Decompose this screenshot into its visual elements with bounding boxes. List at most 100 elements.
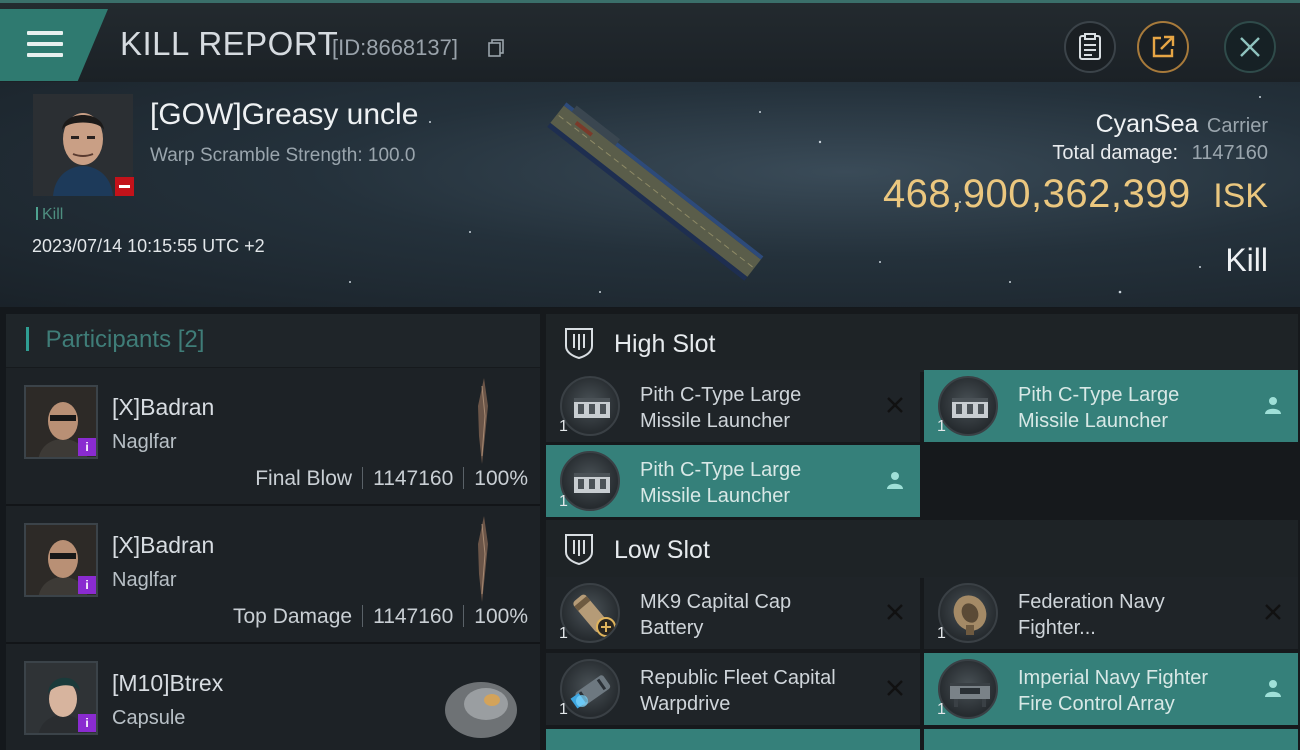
participant-ship: Capsule — [112, 707, 186, 729]
destroyed-x-icon — [1265, 604, 1281, 620]
participant-role: Final Blow — [255, 467, 353, 490]
naglfar-ship-image — [478, 378, 488, 464]
menu-icon — [27, 31, 63, 57]
victim-corp-line: CyanSea Carrier — [1096, 110, 1268, 139]
ship-class: Carrier — [1206, 115, 1268, 137]
kill-timestamp: 2023/07/14 10:15:55 UTC +2 — [32, 236, 265, 256]
module-name: Pith C-Type Large Missile Launcher — [640, 384, 802, 432]
participant-name: [M10]Btrex — [112, 670, 224, 696]
menu-button[interactable] — [0, 9, 108, 81]
warp-scramble-strength: Warp Scramble Strength: 100.0 — [150, 145, 416, 166]
top-bar: KILL REPORT [ID:8668137] — [0, 0, 1300, 82]
participants-panel: Participants [2] i [X]Badran Naglfar Fin… — [6, 314, 540, 750]
module-quantity: 1 — [559, 418, 568, 435]
module-card[interactable]: 1 Republic Fleet Capital Warpdrive — [546, 653, 920, 725]
clipboard-button[interactable] — [1064, 21, 1116, 73]
high-slot-title: High Slot — [614, 330, 716, 358]
participant-damage: 1147160 — [373, 605, 454, 628]
module-card[interactable]: 1 Pith C-Type Large Missile Launcher — [546, 370, 920, 442]
victim-summary: [GOW]Greasy uncle Warp Scramble Strength… — [0, 82, 1300, 307]
participant-name: [X]Badran — [112, 394, 215, 420]
high-slot-header: High Slot — [546, 314, 1298, 372]
module-name: Pith C-Type Large Missile Launcher — [640, 459, 802, 507]
info-badge: i — [78, 714, 96, 732]
participant-percent: 100% — [474, 467, 528, 490]
shield-slot-icon — [565, 328, 593, 360]
participant-percent: 100% — [474, 605, 528, 628]
total-damage-value: 1147160 — [1191, 142, 1268, 164]
missile-launcher-icon — [938, 376, 998, 436]
dropped-person-icon — [887, 472, 903, 489]
participants-header: Participants [2] — [6, 314, 540, 368]
fitting-panel: High Slot 1 Pith C-Type Large Missile Lau… — [540, 308, 1300, 750]
total-damage-label: Total damage: — [1052, 142, 1179, 164]
hostile-badge — [115, 177, 134, 196]
destroyed-x-icon — [887, 680, 903, 696]
destroyed-x-icon — [887, 397, 903, 413]
module-name: Pith C-Type Large Missile Launcher — [1018, 384, 1180, 432]
module-quantity: 1 — [559, 701, 568, 718]
capsule-ship-image — [445, 682, 517, 738]
victim-name[interactable]: [GOW]Greasy uncle — [150, 98, 418, 132]
participant-damage: 1147160 — [373, 467, 454, 490]
destroyed-x-icon — [887, 604, 903, 620]
module-name: Imperial Navy Fighter Fire Control Array — [1018, 667, 1209, 715]
report-id: [ID:8668137] — [332, 35, 458, 60]
participant-name: [X]Badran — [112, 532, 215, 558]
module-card[interactable]: 1 MK9 Capital Cap Battery — [546, 577, 920, 649]
module-quantity: 1 — [937, 418, 946, 435]
module-card[interactable]: 1 Federation Navy Fighter... — [924, 577, 1298, 649]
isk-value-line: 468,900,362,399 ISK — [883, 172, 1268, 217]
kill-tag: Kill — [36, 206, 63, 224]
module-quantity: 1 — [937, 701, 946, 718]
victim-corp[interactable]: CyanSea — [1096, 110, 1199, 138]
naglfar-ship-image — [478, 516, 488, 602]
participant-ship: Naglfar — [112, 569, 177, 591]
fire-control-array-icon — [938, 659, 998, 719]
missile-launcher-icon — [560, 376, 620, 436]
shield-slot-icon — [565, 534, 593, 566]
result-label: Kill — [1225, 242, 1268, 278]
module-name: Federation Navy Fighter... — [1018, 591, 1165, 639]
cap-battery-icon — [560, 583, 620, 643]
module-card-partial[interactable] — [924, 729, 1298, 750]
participant-stats: Final Blow 1147160 100% — [255, 467, 528, 491]
clipboard-icon — [1079, 33, 1101, 60]
module-card-partial[interactable] — [546, 729, 920, 750]
participant-row[interactable]: i [X]Badran Naglfar Top Damage 1147160 100… — [6, 506, 540, 644]
module-quantity: 1 — [559, 625, 568, 642]
module-name: Republic Fleet Capital Warpdrive — [640, 667, 836, 715]
participant-role: Top Damage — [233, 605, 353, 628]
participant-ship: Naglfar — [112, 431, 177, 453]
low-slot-title: Low Slot — [614, 536, 710, 564]
module-quantity: 1 — [937, 625, 946, 642]
module-quantity: 1 — [559, 493, 568, 510]
close-icon — [1240, 37, 1260, 57]
info-badge: i — [78, 438, 96, 456]
participant-row[interactable]: i [M10]Btrex Capsule — [6, 644, 540, 750]
page-title: KILL REPORT — [120, 25, 339, 62]
low-slot-header: Low Slot — [546, 520, 1298, 578]
warpdrive-icon — [560, 659, 620, 719]
share-button[interactable] — [1137, 21, 1189, 73]
close-button[interactable] — [1224, 21, 1276, 73]
total-damage-line: Total damage: 1147160 — [1052, 142, 1268, 165]
share-icon — [1152, 35, 1175, 58]
module-name: MK9 Capital Cap Battery — [640, 591, 792, 639]
isk-value: 468,900,362,399 — [882, 172, 1191, 216]
dropped-person-icon — [1265, 397, 1281, 414]
dropped-person-icon — [1265, 680, 1281, 697]
participant-row[interactable]: i [X]Badran Naglfar Final Blow 1147160 100… — [6, 368, 540, 506]
participant-stats: Top Damage 1147160 100% — [233, 605, 528, 629]
participants-label: Participants — [45, 326, 172, 353]
module-card[interactable]: 1 Pith C-Type Large Missile Launcher — [546, 445, 920, 517]
copy-icon[interactable] — [488, 39, 504, 57]
module-card[interactable]: 1 Pith C-Type Large Missile Launcher — [924, 370, 1298, 442]
info-badge: i — [78, 576, 96, 594]
isk-unit: ISK — [1213, 177, 1268, 215]
missile-launcher-icon — [560, 451, 620, 511]
module-card[interactable]: 1 Imperial Navy Fighter Fire Control Arra… — [924, 653, 1298, 725]
fighter-dish-icon — [938, 583, 998, 643]
participants-count: [2] — [177, 326, 205, 353]
carrier-ship-image — [547, 102, 764, 281]
